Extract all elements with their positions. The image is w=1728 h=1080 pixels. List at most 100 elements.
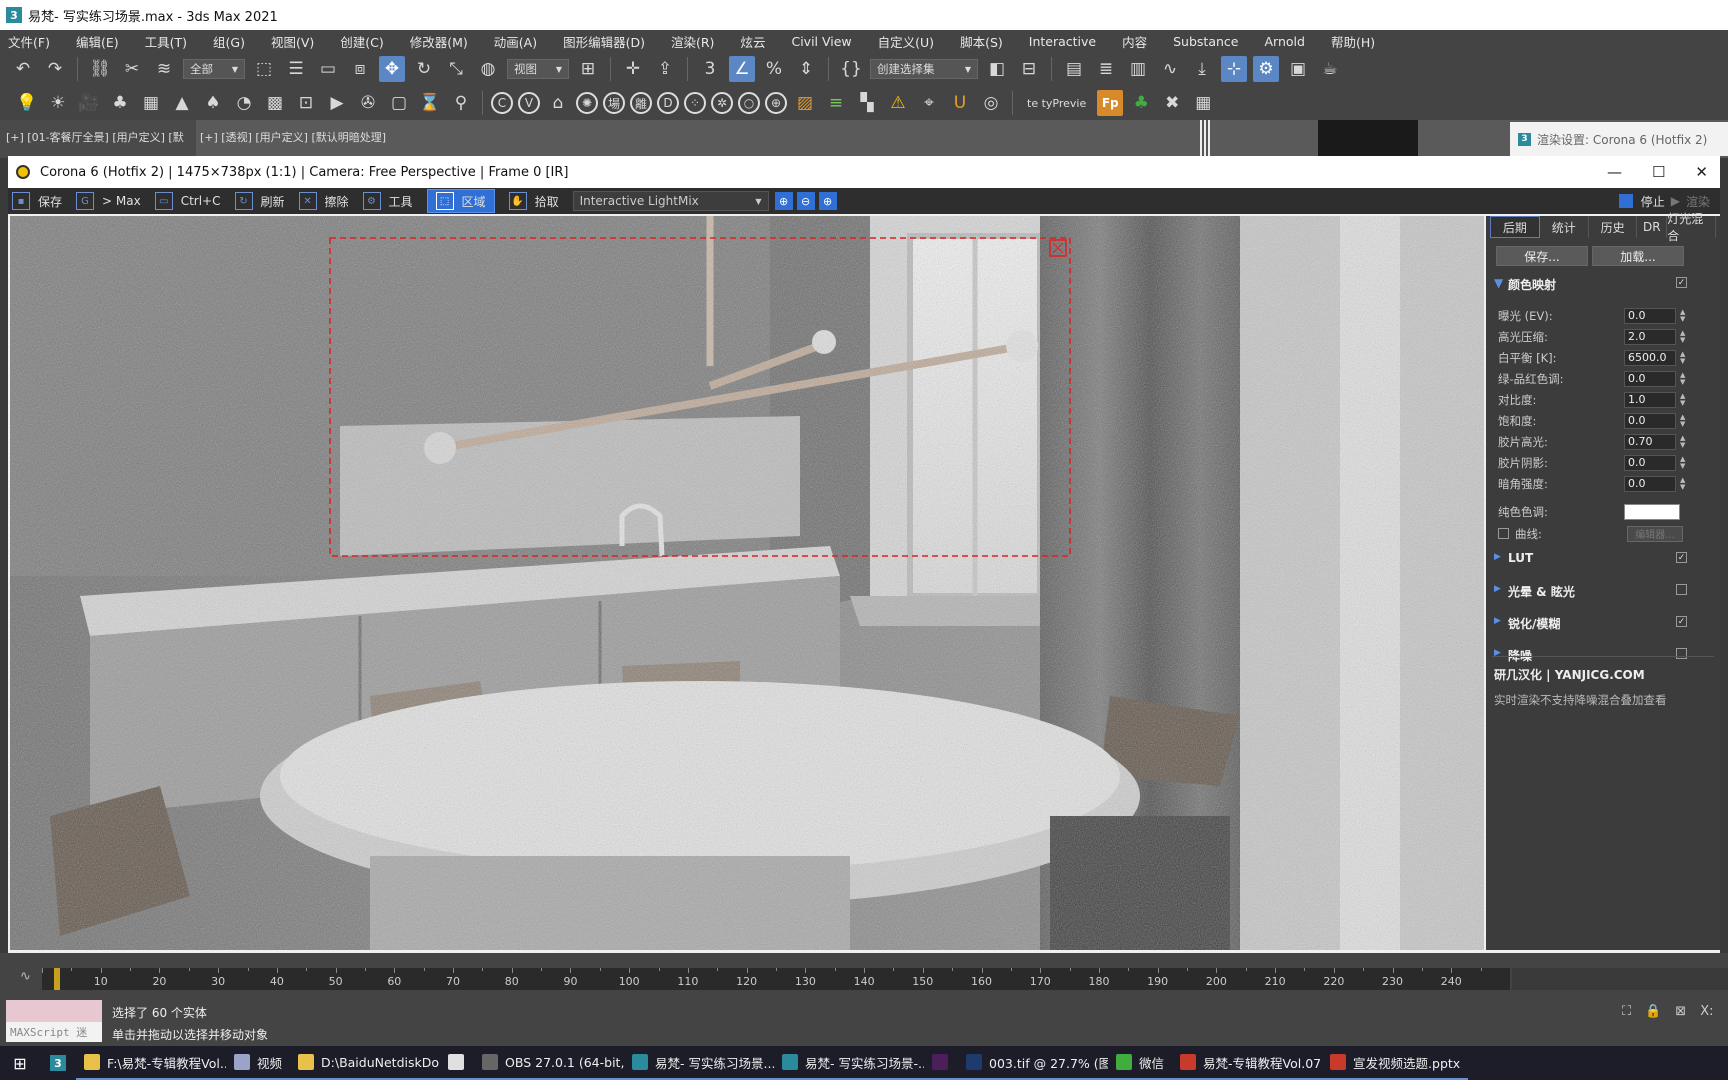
light-select-icon[interactable]: ⚲ [448, 90, 474, 116]
u-tool-icon[interactable]: U [947, 90, 973, 116]
tonemap-value-input[interactable]: 0.70 [1624, 433, 1676, 450]
vfb-tab-1[interactable]: 统计 [1539, 216, 1589, 238]
selection-filter-dropdown[interactable]: 全部 ▼ [183, 59, 245, 79]
section-checkbox[interactable]: ✓ [1676, 616, 1687, 627]
section-caret-icon[interactable]: ▶ [1494, 552, 1501, 562]
typreview-label[interactable]: te tyPrevie [1027, 97, 1086, 110]
curves-checkbox[interactable] [1498, 528, 1509, 539]
tonemap-value-input[interactable]: 0.0 [1624, 412, 1676, 429]
snap-3d-icon[interactable]: 3 [697, 56, 723, 82]
percent-snap-icon[interactable]: % [761, 56, 787, 82]
spinner-arrows-icon[interactable]: ▲ ▼ [1680, 308, 1685, 323]
lightmix-dropdown[interactable]: Interactive LightMix ▼ [572, 191, 769, 211]
scene-explorer-icon[interactable]: ▤ [1061, 56, 1087, 82]
v-circle-icon[interactable]: V [518, 92, 540, 114]
schematic-view-icon[interactable]: ⊹ [1221, 56, 1247, 82]
menu-item-16[interactable]: Substance [1173, 34, 1238, 49]
proxy-icon[interactable]: ▲ [169, 90, 195, 116]
vfb-clear-button[interactable]: ✕ 擦除 [298, 192, 349, 210]
camera-icon[interactable]: 🎥 [76, 90, 102, 116]
section-heading[interactable]: LUT [1508, 551, 1533, 565]
redo-icon[interactable]: ↷ [42, 56, 68, 82]
spinner-arrows-icon[interactable]: ▲ ▼ [1680, 413, 1685, 428]
taskbar-item[interactable] [924, 1046, 959, 1080]
tonemap-value-input[interactable]: 0.0 [1624, 454, 1676, 471]
decal-icon[interactable]: ▦ [138, 90, 164, 116]
vfb-pick-button[interactable]: ✋ 拾取 [508, 192, 559, 210]
menu-item-12[interactable]: 自定义(U) [878, 32, 934, 51]
section-checkbox[interactable] [1676, 584, 1687, 595]
close-icon[interactable]: ✕ [1695, 163, 1708, 181]
ribbon-icon[interactable]: ▥ [1125, 56, 1151, 82]
edit-named-sets-icon[interactable]: {} [838, 56, 864, 82]
spinner-arrows-icon[interactable]: ▲ ▼ [1680, 329, 1685, 344]
mirror-icon[interactable]: ◧ [984, 56, 1010, 82]
tonemap-value-input[interactable]: 0.0 [1624, 475, 1676, 492]
search-circle-icon[interactable]: ○ [738, 92, 760, 114]
layer-explorer-icon[interactable]: ≣ [1093, 56, 1119, 82]
dope-sheet-icon[interactable]: ⤓ [1189, 56, 1215, 82]
material-library-icon[interactable]: ▩ [262, 90, 288, 116]
keyboard-shortcut-icon[interactable]: ⇪ [652, 56, 678, 82]
menu-item-13[interactable]: 脚本(S) [960, 32, 1003, 51]
menu-item-8[interactable]: 图形编辑器(D) [563, 32, 645, 51]
vfb-tools-button[interactable]: ⚙ 工具 [362, 192, 413, 210]
pinned-3dsmax-icon[interactable]: 3 [40, 1046, 76, 1080]
gear-circle-icon[interactable]: ✺ [576, 92, 598, 114]
vfb-stop-button[interactable]: 停止 [1618, 193, 1665, 210]
select-move-icon[interactable]: ✥ [379, 56, 405, 82]
c-circle-icon[interactable]: C [491, 92, 513, 114]
curve-editor-icon[interactable]: ∿ [1157, 56, 1183, 82]
forest-pack-icon[interactable]: Fp [1097, 90, 1124, 116]
absolute-mode-icon[interactable]: ⊠ [1675, 1004, 1686, 1019]
tonemap-value-input[interactable]: 1.0 [1624, 391, 1676, 408]
layers-green-icon[interactable]: ≡ [823, 90, 849, 116]
taskbar-item[interactable]: 易梵- 写实练习场景-... [774, 1046, 925, 1080]
scale-icon[interactable]: ⤡ [443, 56, 469, 82]
taskbar-item[interactable]: F:\易梵-专辑教程Vol... [76, 1046, 226, 1080]
pattern-icon[interactable]: ▚ [854, 90, 880, 116]
tonemap-value-input[interactable]: 2.0 [1624, 328, 1676, 345]
menu-item-7[interactable]: 动画(A) [494, 32, 537, 51]
vfb-icon[interactable]: ▶ [324, 90, 350, 116]
menu-item-0[interactable]: 文件(F) [8, 32, 50, 51]
section-heading[interactable]: 锐化/模糊 [1508, 615, 1560, 632]
save-settings-button[interactable]: 保存... [1496, 246, 1588, 266]
spinner-arrows-icon[interactable]: ▲ ▼ [1680, 371, 1685, 386]
tint-swatch[interactable] [1624, 503, 1680, 520]
select-object-icon[interactable]: ⬚ [251, 56, 277, 82]
menu-item-9[interactable]: 渲染(R) [671, 32, 714, 51]
zoom-fit-icon[interactable]: ⊕ [774, 192, 793, 210]
section-heading[interactable]: 光晕 & 眩光 [1508, 583, 1575, 600]
converter-icon[interactable]: ⊡ [293, 90, 319, 116]
dll-circle-icon[interactable]: D [657, 92, 679, 114]
globe-circle-icon[interactable]: ⊕ [765, 92, 787, 114]
tools-icon[interactable]: ✖ [1159, 90, 1185, 116]
section-checkbox[interactable] [1676, 648, 1687, 659]
section-caret-icon[interactable]: ▶ [1494, 584, 1501, 594]
sun-icon[interactable]: ☀ [45, 90, 71, 116]
maximize-icon[interactable]: ☐ [1652, 163, 1665, 181]
window-crossing-icon[interactable]: ⧈ [347, 56, 373, 82]
vfb-tab-2[interactable]: 历史 [1588, 216, 1638, 238]
vfb-tab-0[interactable]: 后期 [1490, 216, 1540, 238]
menu-item-1[interactable]: 编辑(E) [76, 32, 119, 51]
scatter-icon[interactable]: ♣ [107, 90, 133, 116]
vfb-region-button[interactable]: ⬚ 区域 [426, 189, 495, 213]
tool-circle-a-icon[interactable]: 場 [603, 92, 625, 114]
rect-selection-icon[interactable]: ▭ [315, 56, 341, 82]
menu-item-2[interactable]: 工具(T) [145, 32, 187, 51]
taskbar-item[interactable]: 易梵-专辑教程Vol.07... [1172, 1046, 1323, 1080]
render-setup-icon[interactable]: ⚙ [1253, 56, 1279, 82]
taskbar-item[interactable]: D:\BaiduNetdiskDo... [290, 1046, 441, 1080]
vfb-render-button[interactable]: ▶ 渲染 [1671, 193, 1710, 210]
spinner-arrows-icon[interactable]: ▲ ▼ [1680, 434, 1685, 449]
lock-icon[interactable]: 🔒 [1645, 1004, 1661, 1019]
select-by-name-icon[interactable]: ☰ [283, 56, 309, 82]
swirl-icon[interactable]: ◎ [978, 90, 1004, 116]
vfb-refresh-button[interactable]: ↻ 刷新 [234, 192, 285, 210]
render-production-icon[interactable]: ☕ [1317, 56, 1343, 82]
zoom-out-icon[interactable]: ⊖ [796, 192, 815, 210]
slicer-icon[interactable]: ◔ [231, 90, 257, 116]
bind-spacewarp-icon[interactable]: ≋ [151, 56, 177, 82]
